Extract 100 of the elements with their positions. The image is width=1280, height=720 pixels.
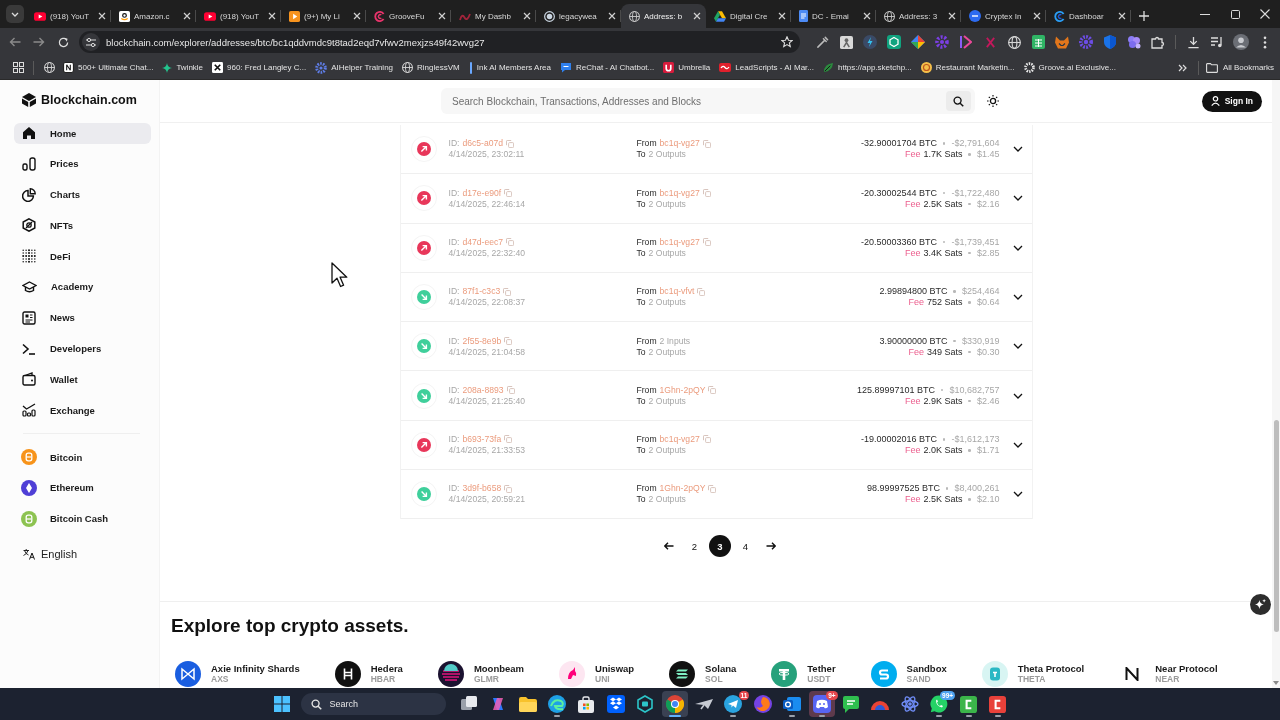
globe-icon[interactable] [1007, 35, 1021, 49]
unicorn-circle-icon[interactable] [559, 661, 586, 688]
transaction-row[interactable]: ID: d17e-e90f 4/14/2025, 22:46:14 From bc1q-vg27 To 2 Outputs -20.30002544 BTC -$1,722,480 Fee 2.5K Sats $2.16 [400, 174, 1032, 224]
sheet-icon[interactable] [1031, 35, 1045, 49]
download-icon[interactable] [1186, 35, 1200, 49]
figure-tile-icon[interactable] [839, 35, 853, 49]
rounded-tile-circle-icon[interactable] [981, 661, 1008, 688]
asset-name[interactable]: Theta Protocol [1017, 663, 1085, 675]
folder-icon[interactable] [518, 696, 537, 712]
page-button[interactable]: 4 [734, 535, 757, 558]
leaf-icon[interactable] [822, 62, 834, 73]
close-icon[interactable] [438, 12, 446, 20]
nav-item[interactable]: Prices [14, 153, 151, 175]
bracket-icon[interactable] [960, 35, 972, 49]
shield-icon[interactable] [1104, 35, 1116, 49]
globe-icon[interactable] [402, 62, 414, 73]
bracket-tile-icon[interactable] [960, 695, 977, 713]
tab-list-button[interactable] [6, 5, 24, 23]
language-button[interactable]: English [23, 548, 78, 561]
all-bookmarks-button[interactable]: All Bookmarks [1205, 62, 1274, 73]
bookmark-link[interactable]: Restaurant Marketin... [920, 62, 1015, 73]
chevron-down-icon[interactable] [1012, 441, 1023, 448]
s-circle-icon[interactable] [870, 661, 897, 688]
scrollbar[interactable] [1272, 80, 1280, 688]
double-chevron-icon[interactable] [1178, 63, 1188, 72]
browser-tab[interactable]: GrooveFu [366, 4, 451, 28]
close-icon[interactable] [98, 12, 106, 20]
bookmark-link[interactable]: RinglessVM [402, 62, 460, 73]
chevron-down-icon[interactable] [1012, 244, 1023, 251]
chevron-down-icon[interactable] [1012, 294, 1023, 301]
bookmark-link[interactable]: LeadScripts - AI Mar... [719, 63, 814, 72]
browser-tab[interactable]: Address: b [621, 4, 706, 28]
cube-logo-icon[interactable] [22, 93, 36, 107]
bowtie-circle-icon[interactable] [175, 661, 201, 688]
close-icon[interactable] [523, 12, 531, 20]
close-icon[interactable] [608, 12, 616, 20]
clover-icon[interactable] [1127, 35, 1141, 49]
coin-link[interactable]: Bitcoin Cash [14, 508, 151, 530]
media-list-icon[interactable] [1210, 36, 1224, 48]
grid-icon[interactable] [12, 62, 24, 73]
bolt-circle-icon[interactable] [863, 35, 877, 49]
sign-in-button[interactable]: Sign In [1201, 90, 1262, 112]
stripes-circle-icon[interactable] [669, 661, 696, 688]
menu-icon[interactable] [1263, 35, 1267, 49]
close-icon[interactable] [948, 12, 956, 20]
transaction-row[interactable]: ID: b693-73fa 4/14/2025, 21:33:53 From bc1q-vg27 To 2 Outputs -19.00002016 BTC -$1,612,173 Fee 2.0K Sats $1.71 [400, 420, 1032, 471]
avatar-icon[interactable] [1233, 34, 1249, 50]
browser-tab[interactable]: Dashboar [1046, 4, 1131, 28]
browser-tab[interactable]: (918) YouT [196, 4, 281, 28]
fox-head-icon[interactable] [1055, 35, 1069, 49]
site-info-button[interactable] [82, 33, 100, 51]
zigzag-icon[interactable] [1125, 667, 1140, 682]
chat-bubble-icon[interactable] [560, 62, 572, 73]
nav-item[interactable]: Developers [14, 338, 151, 360]
nav-item[interactable]: Charts [14, 184, 151, 206]
search-field[interactable]: Search Blockchain, Transactions, Addresses and Blocks [441, 88, 975, 114]
chevron-down-icon[interactable] [1012, 146, 1023, 153]
square-logo-icon[interactable] [63, 62, 74, 73]
hexagon-tile-icon[interactable] [887, 35, 901, 49]
nav-item[interactable]: NFTs [14, 214, 151, 236]
close-icon[interactable] [863, 12, 871, 20]
cross-tile-icon[interactable] [212, 62, 224, 73]
scroll-down-icon[interactable] [1273, 681, 1279, 685]
browser-tab[interactable]: My Dashb [451, 4, 536, 28]
bracket-tile-icon[interactable] [989, 695, 1007, 713]
logo-text[interactable]: Blockchain.com [41, 93, 137, 107]
nav-item[interactable]: Exchange [14, 399, 151, 421]
asset-name[interactable]: Tether [807, 663, 836, 675]
close-icon[interactable] [693, 12, 701, 20]
transaction-row[interactable]: ID: d6c5-a07d 4/14/2025, 23:02:11 From bc1q-vg27 To 2 Outputs -32.90001704 BTC -$2,791,604 Fee 1.7K Sats $1.45 [400, 125, 1032, 175]
plane-icon[interactable] [695, 698, 713, 710]
bookmark-link[interactable]: AIHelper Training [315, 61, 394, 74]
sunset-circle-icon[interactable] [437, 661, 464, 688]
bookmark-link[interactable]: Groove.ai Exclusive... [1023, 62, 1116, 73]
cup-tile-icon[interactable] [663, 62, 675, 73]
sparkle-icon[interactable] [162, 62, 173, 73]
transaction-row[interactable]: ID: 208a-8893 4/14/2025, 21:25:40 From 1Ghn-2pQY To 2 Outputs 125.89997101 BTC $10,682,757 Fee 2.9K Sats $2.46 [400, 371, 1032, 421]
chevron-down-icon[interactable] [1012, 392, 1023, 399]
globe-icon[interactable] [43, 62, 55, 73]
bookmark-link[interactable]: Umbrella [663, 62, 711, 73]
address-bar[interactable]: blockchain.com/explorer/addresses/btc/bc1qddvmdc9t8tad2eqd7vfwv2mexjzs49f42wvg27 [79, 31, 800, 53]
bookmark-link[interactable]: 960: Fred Langley C... [212, 62, 307, 73]
diamond-icon[interactable] [911, 35, 925, 49]
chevron-down-icon[interactable] [1012, 195, 1023, 202]
scrollbar-thumb[interactable] [1273, 420, 1279, 632]
browser-tab[interactable]: (9+) My Li [281, 4, 366, 28]
browser-tab[interactable]: DC - Emai [791, 4, 876, 28]
nav-item[interactable]: Academy [14, 276, 151, 298]
asset-name[interactable]: Hedera [370, 663, 403, 675]
transaction-row[interactable]: ID: d47d-eec7 4/14/2025, 22:32:40 From bc1q-vg27 To 2 Outputs -20.50003360 BTC -$1,739,451 Fee 3.4K Sats $2.85 [400, 223, 1032, 273]
nav-item[interactable]: Home [14, 122, 151, 144]
close-icon[interactable] [268, 12, 276, 20]
transaction-row[interactable]: ID: 87f1-c3c3 4/14/2025, 22:08:37 From bc1q-vfvt To 2 Outputs 2.99894800 BTC $254,464 Fee 752 Sats $0.64 [400, 272, 1032, 323]
wave-tile-icon[interactable] [719, 63, 732, 72]
close-icon[interactable] [1118, 12, 1126, 20]
four-squares-icon[interactable] [274, 696, 291, 712]
hexagon-outline-icon[interactable] [637, 695, 654, 713]
nav-item[interactable]: Wallet [14, 368, 151, 390]
bookmark-link[interactable]: Twinkle [162, 62, 204, 73]
close-icon[interactable] [1033, 12, 1041, 20]
